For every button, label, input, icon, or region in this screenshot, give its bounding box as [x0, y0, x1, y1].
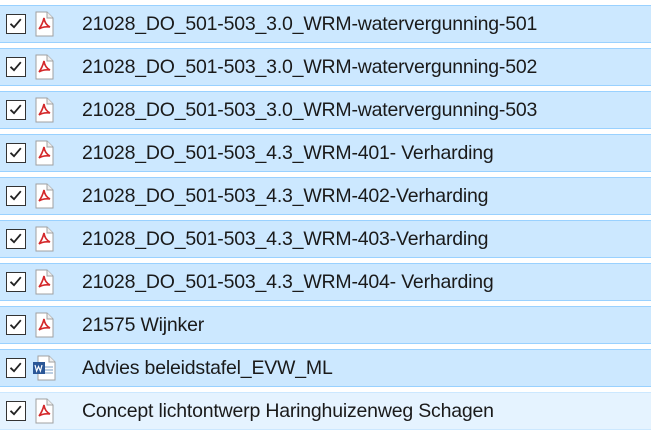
file-row[interactable]: 21028_DO_501-503_3.0_WRM-watervergunning… — [0, 91, 651, 129]
checkbox[interactable] — [6, 358, 26, 378]
file-name: 21028_DO_501-503_4.3_WRM-404- Verharding — [82, 271, 494, 293]
pdf-file-icon — [35, 140, 54, 166]
file-row[interactable]: 21028_DO_501-503_3.0_WRM-watervergunning… — [0, 5, 651, 43]
file-row[interactable]: 21028_DO_501-503_3.0_WRM-watervergunning… — [0, 48, 651, 86]
file-name: Concept lichtontwerp Haringhuizenweg Sch… — [82, 400, 494, 422]
pdf-file-icon — [35, 312, 54, 338]
checkmark-icon — [9, 190, 22, 201]
file-name: 21028_DO_501-503_4.3_WRM-403-Verharding — [82, 228, 489, 250]
file-row[interactable]: 21028_DO_501-503_4.3_WRM-403-Verharding — [0, 220, 651, 258]
checkbox[interactable] — [6, 186, 26, 206]
checkmark-icon — [9, 18, 22, 29]
checkbox[interactable] — [6, 401, 26, 421]
pdf-file-icon — [35, 54, 54, 80]
file-name: 21028_DO_501-503_4.3_WRM-402-Verharding — [82, 185, 489, 207]
checkbox[interactable] — [6, 100, 26, 120]
checkmark-icon — [9, 276, 22, 287]
file-name: Advies beleidstafel_EVW_ML — [82, 357, 333, 379]
file-row[interactable]: Concept lichtontwerp Haringhuizenweg Sch… — [0, 392, 651, 430]
pdf-file-icon — [35, 97, 54, 123]
pdf-file-icon — [35, 183, 54, 209]
checkbox[interactable] — [6, 229, 26, 249]
checkmark-icon — [9, 233, 22, 244]
checkbox[interactable] — [6, 143, 26, 163]
checkmark-icon — [9, 319, 22, 330]
pdf-file-icon — [35, 226, 54, 252]
pdf-file-icon — [35, 398, 54, 424]
file-row[interactable]: 21028_DO_501-503_4.3_WRM-404- Verharding — [0, 263, 651, 301]
checkbox[interactable] — [6, 57, 26, 77]
checkbox[interactable] — [6, 272, 26, 292]
file-row[interactable]: 21575 Wijnker — [0, 306, 651, 344]
file-row[interactable]: 21028_DO_501-503_4.3_WRM-402-Verharding — [0, 177, 651, 215]
checkmark-icon — [9, 104, 22, 115]
pdf-file-icon — [35, 269, 54, 295]
word-document-icon — [33, 355, 56, 381]
file-name: 21028_DO_501-503_3.0_WRM-watervergunning… — [82, 13, 538, 35]
checkbox[interactable] — [6, 315, 26, 335]
file-list: 21028_DO_501-503_3.0_WRM-watervergunning… — [0, 0, 651, 435]
file-name: 21028_DO_501-503_4.3_WRM-401- Verharding — [82, 142, 494, 164]
checkmark-icon — [9, 362, 22, 373]
file-name: 21028_DO_501-503_3.0_WRM-watervergunning… — [82, 56, 538, 78]
file-name: 21575 Wijnker — [82, 314, 205, 336]
file-row[interactable]: 21028_DO_501-503_4.3_WRM-401- Verharding — [0, 134, 651, 172]
checkbox[interactable] — [6, 14, 26, 34]
file-row[interactable]: Advies beleidstafel_EVW_ML — [0, 349, 651, 387]
pdf-file-icon — [35, 11, 54, 37]
checkmark-icon — [9, 147, 22, 158]
checkmark-icon — [9, 405, 22, 416]
file-name: 21028_DO_501-503_3.0_WRM-watervergunning… — [82, 99, 538, 121]
checkmark-icon — [9, 61, 22, 72]
